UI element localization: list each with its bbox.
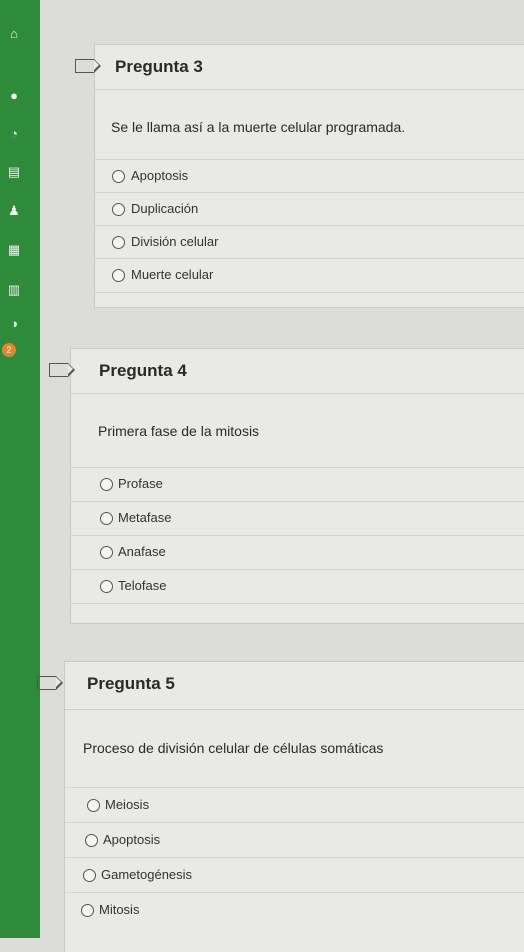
option-label: Meiosis bbox=[105, 797, 150, 812]
answer-option[interactable]: Mitosis bbox=[65, 892, 524, 928]
question-text: Primera fase de la mitosis bbox=[98, 423, 260, 439]
radio-button[interactable] bbox=[112, 269, 125, 282]
answer-option[interactable]: División celular bbox=[95, 225, 524, 259]
option-label: División celular bbox=[131, 234, 219, 249]
option-label: Metafase bbox=[118, 510, 172, 525]
inbox-icon[interactable]: ▥ bbox=[6, 282, 22, 298]
answer-option[interactable]: Gametogénesis bbox=[65, 857, 524, 893]
question-text: Proceso de división celular de células s… bbox=[83, 740, 384, 756]
answer-option[interactable]: Apoptosis bbox=[95, 159, 524, 193]
radio-button[interactable] bbox=[100, 546, 113, 559]
question-card-3: Pregunta 3 Se le llama así a la muerte c… bbox=[75, 44, 524, 308]
option-label: Mitosis bbox=[99, 902, 140, 917]
question-title: Pregunta 3 bbox=[115, 57, 203, 76]
option-label: Duplicación bbox=[131, 201, 199, 216]
option-label: Apoptosis bbox=[131, 168, 189, 183]
radio-button[interactable] bbox=[85, 834, 98, 847]
dashboard-icon[interactable]: ◔ bbox=[6, 126, 22, 142]
answer-option[interactable]: Anafase bbox=[71, 535, 524, 569]
avatar-icon[interactable]: ● bbox=[6, 88, 22, 104]
flag-question-icon[interactable] bbox=[49, 362, 75, 377]
answer-option[interactable]: Muerte celular bbox=[95, 258, 524, 293]
option-label: Telofase bbox=[118, 578, 167, 593]
sidebar: ⌂ ● ◔ ▤ ♟ ▦ ▥ ◑ 2 bbox=[0, 0, 40, 938]
radio-button[interactable] bbox=[100, 512, 113, 525]
groups-icon[interactable]: ♟ bbox=[6, 203, 22, 219]
question-card-4: Pregunta 4 Primera fase de la mitosis Pr… bbox=[49, 348, 524, 624]
calendar-icon[interactable]: ▦ bbox=[6, 242, 22, 258]
option-label: Gametogénesis bbox=[101, 867, 193, 882]
answer-option[interactable]: Duplicación bbox=[95, 192, 524, 226]
logo-icon: ⌂ bbox=[10, 26, 18, 41]
answer-option[interactable]: Profase bbox=[71, 467, 524, 501]
question-card-5: Pregunta 5 Proceso de división celular d… bbox=[37, 661, 524, 952]
option-label: Muerte celular bbox=[131, 267, 214, 282]
question-header: Pregunta 4 bbox=[49, 349, 524, 394]
radio-button[interactable] bbox=[100, 478, 113, 491]
radio-button[interactable] bbox=[112, 170, 125, 183]
radio-button[interactable] bbox=[83, 869, 96, 882]
history-icon[interactable]: ◑ bbox=[6, 316, 22, 332]
question-header: Pregunta 3 bbox=[75, 45, 524, 90]
answer-option[interactable]: Meiosis bbox=[65, 787, 524, 823]
radio-button[interactable] bbox=[100, 580, 113, 593]
courses-icon[interactable]: ▤ bbox=[6, 164, 22, 180]
radio-button[interactable] bbox=[81, 904, 94, 917]
question-text: Se le llama así a la muerte celular prog… bbox=[111, 119, 406, 135]
question-header: Pregunta 5 bbox=[37, 662, 524, 710]
option-label: Profase bbox=[118, 476, 163, 491]
option-label: Apoptosis bbox=[103, 832, 161, 847]
question-title: Pregunta 4 bbox=[99, 361, 187, 380]
answer-option[interactable]: Metafase bbox=[71, 501, 524, 535]
flag-question-icon[interactable] bbox=[37, 675, 63, 690]
answer-option[interactable]: Telofase bbox=[71, 569, 524, 604]
answer-option[interactable]: Apoptosis bbox=[65, 822, 524, 858]
option-label: Anafase bbox=[118, 544, 166, 559]
notification-badge: 2 bbox=[2, 343, 16, 357]
radio-button[interactable] bbox=[112, 203, 125, 216]
question-title: Pregunta 5 bbox=[87, 674, 175, 693]
radio-button[interactable] bbox=[87, 799, 100, 812]
radio-button[interactable] bbox=[112, 236, 125, 249]
flag-question-icon[interactable] bbox=[75, 58, 101, 73]
